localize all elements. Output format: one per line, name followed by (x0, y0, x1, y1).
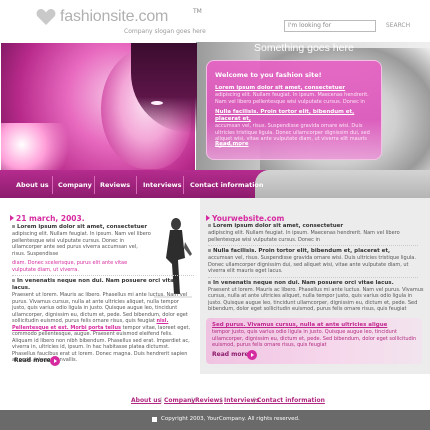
highlight-panel-content: Sed purus. Vivamus cursus, nulla at ante… (212, 322, 418, 349)
nav-divider (183, 176, 184, 194)
bullet-icon (208, 224, 211, 227)
bullet-icon (12, 225, 15, 228)
website-headline-3-text: In venenatis neque non dui. Nam posuere … (213, 279, 394, 286)
trademark-mark: TM (193, 8, 202, 15)
footer-separator: | (191, 397, 194, 404)
square-icon (152, 417, 157, 422)
hero-glow-image (1, 123, 71, 177)
news-text-2: Praesent ut lorem. Mauris ac libero. Pha… (12, 292, 194, 364)
welcome-title: Welcome to you fashion site! (215, 71, 322, 79)
nav-divider (52, 176, 53, 194)
website-title: Yourwebsite.com (206, 214, 284, 223)
welcome-link-2[interactable]: Nulla facilisis. Proin tortor elit, bibe… (215, 109, 373, 123)
logo-text: fashionsite.com (60, 8, 169, 25)
news-item-1: Lorem ipsum dolor sit amet, consectetuer… (12, 224, 152, 273)
nav-divider (136, 176, 137, 194)
header: fashionsite.com TM Company slogan goes h… (0, 0, 430, 42)
website-text-2: accumsan vel, risus. Suspendisse gravida… (208, 255, 416, 274)
bullet-icon (208, 249, 211, 252)
nav-item-interviews[interactable]: Interviews (143, 181, 182, 189)
search-button[interactable]: SEARCH (382, 20, 414, 32)
news-headline-2-text: In venenatis neque non dui. Nam posuere … (12, 278, 178, 291)
footer-link-contact-information[interactable]: Contact information (257, 397, 325, 404)
website-read-more-link[interactable]: Read more (212, 351, 249, 358)
arrow-right-icon (206, 215, 210, 221)
footer-separator: | (220, 397, 223, 404)
nav-item-about-us[interactable]: About us (16, 181, 49, 189)
highlight-text: tempor justo, quis varius odio ligula in… (212, 329, 417, 348)
website-headline-2[interactable]: Nulla facilisis. Proin tortor elit, bibe… (208, 248, 424, 255)
website-content: Lorem ipsum dolor sit amet, consectetuer… (208, 223, 424, 313)
footer-link-about-us[interactable]: About us (131, 397, 161, 404)
hero-photo (0, 42, 197, 177)
welcome-box: Welcome to you fashion site! Lorem ipsum… (206, 60, 382, 160)
website-headline-2-text: Nulla facilisis. Proin tortor elit, bibe… (213, 248, 391, 254)
company-slogan: Company slogan goes here (124, 28, 206, 35)
website-text-1: adipiscing elit. Nullam feugiat. In ipsu… (208, 230, 400, 243)
copyright-text: Copyright 2003, YourCompany. All rights … (161, 416, 300, 422)
news-item-2: In venenatis neque non dui. Nam posuere … (12, 278, 194, 364)
website-title-text: Yourwebsite.com (212, 214, 285, 223)
nav-item-contact-information[interactable]: Contact information (190, 181, 264, 189)
welcome-read-more-link[interactable]: Read more (215, 141, 248, 147)
nav-right-panel (255, 170, 430, 198)
logo[interactable]: fashionsite.com (36, 8, 168, 26)
heart-icon (36, 8, 56, 26)
dotted-divider (208, 245, 418, 246)
play-arrow-icon[interactable] (247, 350, 257, 360)
news-headline-2[interactable]: In venenatis neque non dui. Nam posuere … (12, 278, 194, 292)
bullet-icon (208, 280, 211, 284)
welcome-link-1[interactable]: Lorem ipsum dolor sit amet, consectetuer (215, 85, 373, 92)
footer-separator: | (160, 397, 163, 404)
news-headline-1-text: Lorem ipsum dolor sit amet, consectetuer (17, 224, 148, 230)
model-eye-image (151, 101, 163, 105)
dotted-divider (208, 276, 418, 278)
news-headline-1[interactable]: Lorem ipsum dolor sit amet, consectetuer (12, 224, 152, 231)
nav-item-company[interactable]: Company (58, 181, 92, 189)
news-highlight-1: diam. Donec scelerisque, purus elit ante… (12, 260, 128, 273)
dotted-divider (12, 275, 194, 276)
nav-divider (94, 176, 95, 194)
website-headline-1[interactable]: Lorem ipsum dolor sit amet, consectetuer (208, 223, 424, 230)
welcome-text-1: adipiscing elit. Nullam feugiat. In ipsu… (215, 92, 369, 105)
website-headline-1-text: Lorem ipsum dolor sit amet, consectetuer (213, 223, 344, 229)
footer-separator: | (253, 397, 256, 404)
news-text-1: adipiscing elit. Nullam feugiat. In ipsu… (12, 231, 151, 257)
website-headline-3[interactable]: In venenatis neque non dui. Nam posuere … (208, 280, 424, 287)
hero-tagline: Something goes here (254, 42, 354, 54)
footer-link-reviews[interactable]: Reviews (195, 397, 223, 404)
website-text-3: Praesent ut lorem. Mauris ac libero. Pha… (208, 286, 424, 313)
news-date: 21 march, 2003. (10, 214, 85, 223)
highlight-link[interactable]: Sed purus. Vivamus cursus, nulla at ante… (212, 322, 418, 329)
nav-item-reviews[interactable]: Reviews (100, 181, 130, 189)
news-date-text: 21 march, 2003. (16, 214, 85, 223)
arrow-right-icon (10, 215, 14, 221)
news-read-more-link[interactable]: Read more (14, 357, 51, 364)
play-arrow-icon[interactable] (50, 356, 60, 366)
search-input[interactable]: I'm looking for (284, 20, 376, 32)
bullet-icon (12, 279, 15, 282)
